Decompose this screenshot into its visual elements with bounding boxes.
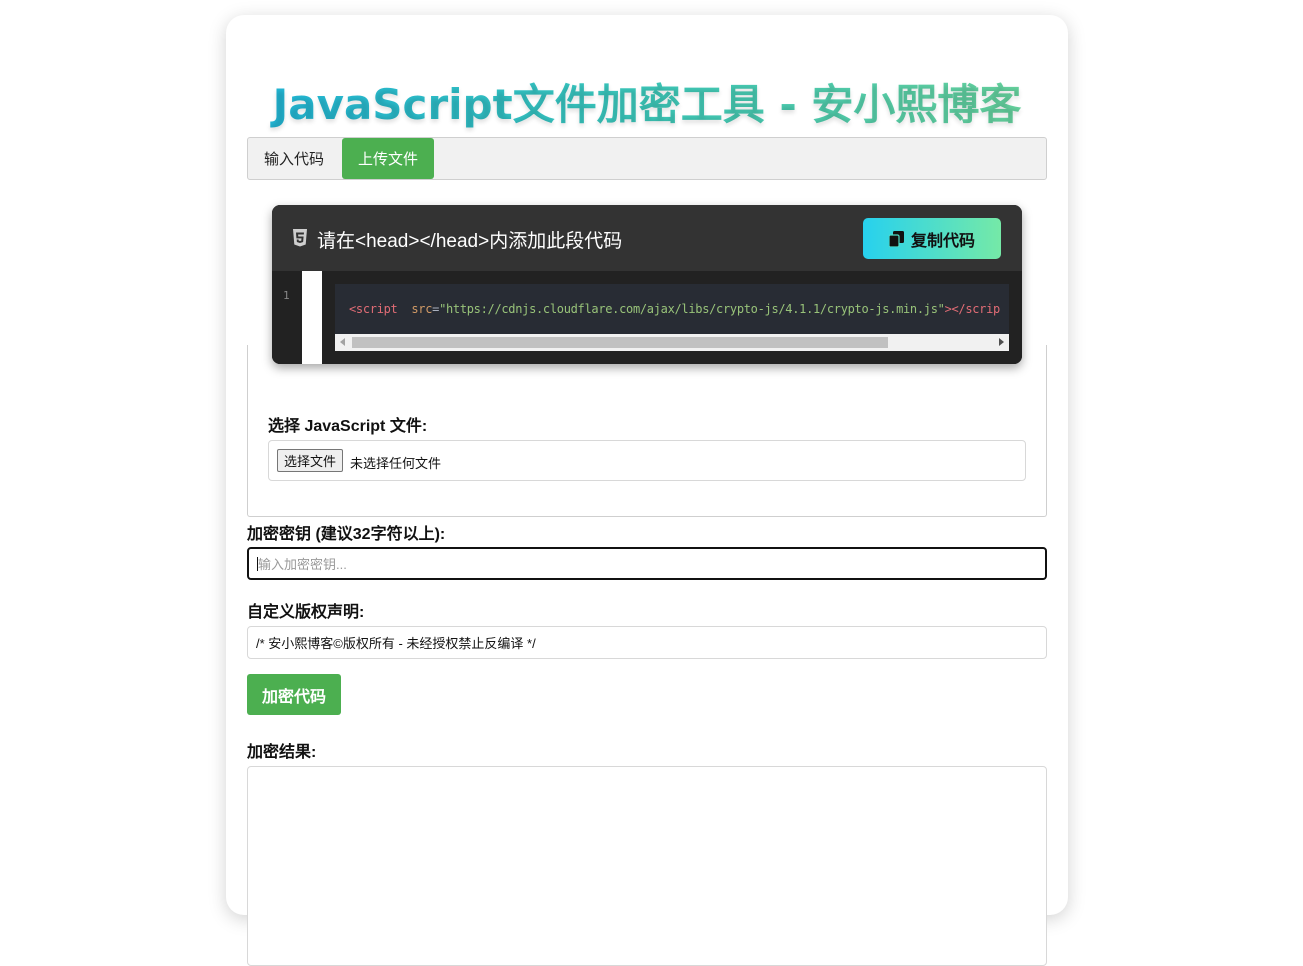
choose-file-button[interactable]: 选择文件 (277, 449, 344, 472)
code-snippet-box: 请在<head></head>内添加此段代码 复制代码 1 <script sr… (272, 205, 1022, 364)
key-placeholder: 输入加密密钥... (258, 557, 347, 572)
copyright-value: /* 安小熙博客©版权所有 - 未经授权禁止反编译 */ (256, 636, 536, 651)
key-label: 加密密钥 (建议32字符以上): (247, 526, 446, 543)
scroll-left-icon[interactable] (340, 338, 345, 346)
code-attr: src (411, 302, 433, 316)
code-tag-close: ></scrip (944, 302, 1001, 316)
code-line: <script src="https://cdnjs.cloudflare.co… (349, 302, 1000, 316)
code-tag-open: <script (349, 302, 398, 316)
copy-icon (888, 230, 904, 247)
code-area[interactable]: <script src="https://cdnjs.cloudflare.co… (335, 284, 1009, 351)
scrollbar-thumb[interactable] (352, 337, 888, 348)
copyright-input[interactable]: /* 安小熙博客©版权所有 - 未经授权禁止反编译 */ (247, 626, 1047, 659)
code-body: 1 <script src="https://cdnjs.cloudflare.… (272, 271, 1022, 364)
tab-input-code[interactable]: 输入代码 (248, 138, 340, 179)
result-label: 加密结果: (247, 744, 317, 761)
tab-upload-file[interactable]: 上传文件 (342, 138, 435, 179)
copyright-label: 自定义版权声明: (247, 604, 365, 621)
copy-code-button[interactable]: 复制代码 (863, 218, 1001, 259)
code-snippet-header: 请在<head></head>内添加此段代码 复制代码 (272, 205, 1022, 271)
gutter-strip (302, 271, 322, 364)
no-file-text: 未选择任何文件 (350, 456, 442, 471)
tab-bar: 输入代码 上传文件 (247, 137, 1047, 180)
code-value: "https://cdnjs.cloudflare.com/ajax/libs/… (439, 302, 945, 316)
snippet-instruction: 请在<head></head>内添加此段代码 (317, 231, 623, 252)
html5-icon (292, 229, 308, 247)
line-number: 1 (283, 289, 290, 302)
encrypt-button[interactable]: 加密代码 (247, 674, 341, 715)
file-input[interactable]: 选择文件 未选择任何文件 (268, 440, 1026, 481)
scroll-right-icon[interactable] (999, 338, 1004, 346)
result-textarea[interactable] (247, 766, 1047, 966)
copy-code-label: 复制代码 (910, 232, 975, 250)
key-input[interactable]: 输入加密密钥... (247, 547, 1047, 580)
horizontal-scrollbar[interactable] (335, 334, 1009, 351)
tool-card: JavaScript文件加密工具 - 安小熙博客 输入代码 上传文件 请在<he… (226, 15, 1068, 966)
file-select-label: 选择 JavaScript 文件: (268, 418, 428, 435)
page-title: JavaScript文件加密工具 - 安小熙博客 (226, 71, 1068, 132)
